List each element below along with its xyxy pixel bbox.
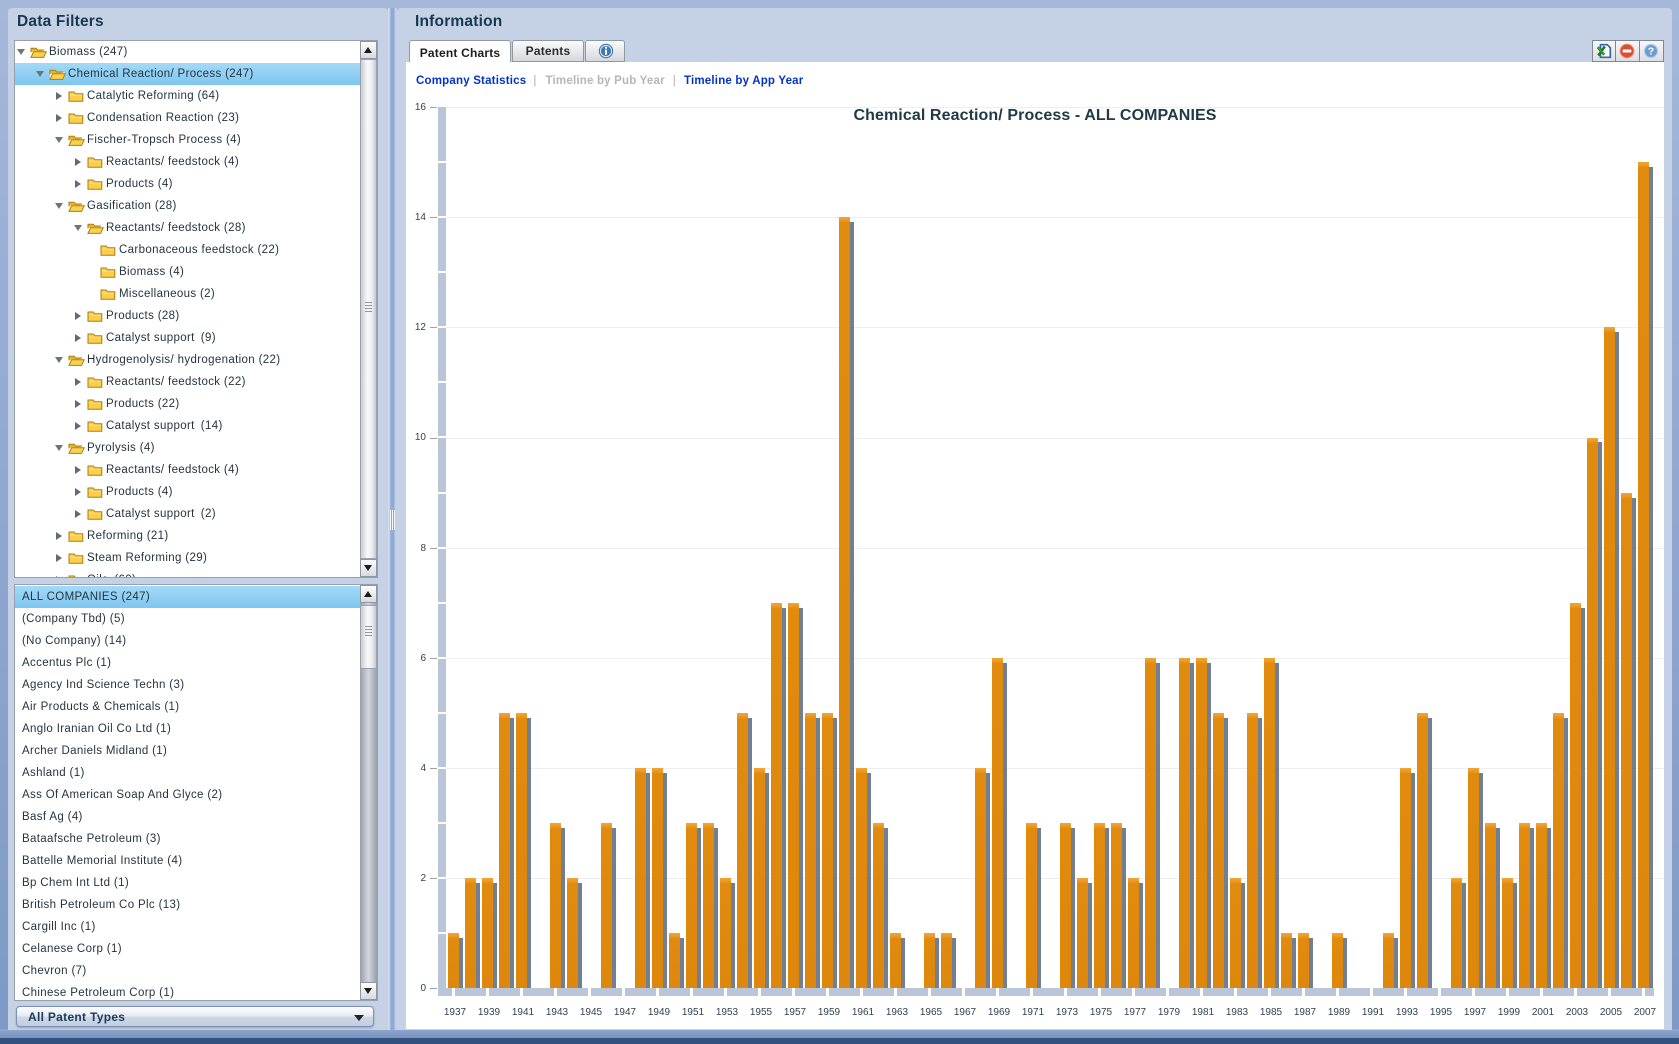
svg-text:?: ? (1648, 46, 1654, 58)
